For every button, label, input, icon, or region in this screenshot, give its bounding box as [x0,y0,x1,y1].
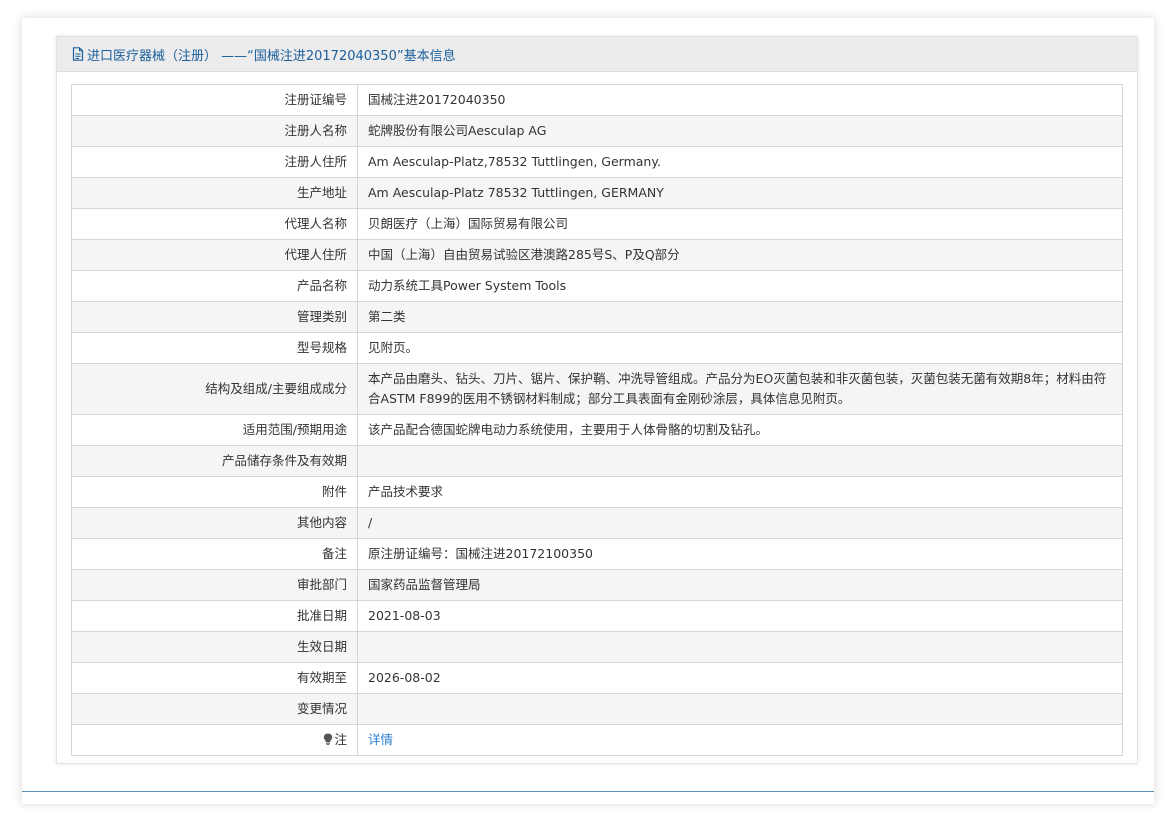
row-label: 变更情况 [71,693,358,725]
table-row: 备注 原注册证编号：国械注进20172100350 [71,538,1123,570]
lightbulb-icon [324,733,333,745]
table-row: 结构及组成/主要组成成分 本产品由磨头、钻头、刀片、锯片、保护鞘、冲洗导管组成。产… [71,363,1123,415]
row-label: 产品储存条件及有效期 [71,445,358,477]
row-value: 该产品配合德国蛇牌电动力系统使用，主要用于人体骨骼的切割及钻孔。 [357,414,1123,446]
row-value [357,445,1123,477]
row-value: 国械注进20172040350 [357,84,1123,116]
row-label: 附件 [71,476,358,508]
row-label: 有效期至 [71,662,358,694]
table-row: 产品储存条件及有效期 [71,445,1123,477]
note-label: 注 [334,732,347,747]
row-value: Am Aesculap-Platz 78532 Tuttlingen, GERM… [357,177,1123,209]
table-row: 批准日期 2021-08-03 [71,600,1123,632]
row-value: 中国（上海）自由贸易试验区港澳路285号S、P及Q部分 [357,239,1123,271]
row-label: 生效日期 [71,631,358,663]
details-link[interactable]: 详情 [368,732,393,747]
row-value: 本产品由磨头、钻头、刀片、锯片、保护鞘、冲洗导管组成。产品分为EO灭菌包装和非灭… [357,363,1123,415]
row-label: 代理人名称 [71,208,358,240]
table-row: 适用范围/预期用途 该产品配合德国蛇牌电动力系统使用，主要用于人体骨骼的切割及钻孔… [71,414,1123,446]
row-value: Am Aesculap-Platz,78532 Tuttlingen, Germ… [357,146,1123,178]
row-label: 注册人名称 [71,115,358,147]
info-panel: 进口医疗器械（注册） ——“国械注进20172040350”基本信息 注册证编号… [56,36,1138,764]
row-value: 产品技术要求 [357,476,1123,508]
panel-header: 进口医疗器械（注册） ——“国械注进20172040350”基本信息 [57,37,1137,72]
row-label: 结构及组成/主要组成成分 [71,363,358,415]
row-value: 第二类 [357,301,1123,333]
note-label-cell: 注 [71,724,358,756]
note-row: 注 详情 [71,724,1123,756]
info-table: 注册证编号 国械注进20172040350 注册人名称 蛇牌股份有限公司Aescula… [71,84,1123,756]
row-label: 备注 [71,538,358,570]
table-row: 有效期至 2026-08-02 [71,662,1123,694]
table-row: 其他内容 / [71,507,1123,539]
row-value [357,631,1123,663]
row-label: 注册人住所 [71,146,358,178]
row-label: 生产地址 [71,177,358,209]
row-value: 2021-08-03 [357,600,1123,632]
row-value: 原注册证编号：国械注进20172100350 [357,538,1123,570]
note-value-cell: 详情 [357,724,1123,756]
table-row: 注册人名称 蛇牌股份有限公司Aesculap AG [71,115,1123,147]
row-label: 注册证编号 [71,84,358,116]
table-row: 型号规格 见附页。 [71,332,1123,364]
panel-title: 进口医疗器械（注册） ——“国械注进20172040350”基本信息 [87,48,456,64]
table-row: 管理类别 第二类 [71,301,1123,333]
row-label: 代理人住所 [71,239,358,271]
row-value: 动力系统工具Power System Tools [357,270,1123,302]
row-label: 适用范围/预期用途 [71,414,358,446]
row-value [357,693,1123,725]
page-bottom-divider [22,791,1154,792]
row-value: 国家药品监督管理局 [357,569,1123,601]
row-value: 2026-08-02 [357,662,1123,694]
row-label: 批准日期 [71,600,358,632]
document-icon [72,47,84,61]
table-row: 生产地址 Am Aesculap-Platz 78532 Tuttlingen, … [71,177,1123,209]
table-row: 变更情况 [71,693,1123,725]
row-value: 蛇牌股份有限公司Aesculap AG [357,115,1123,147]
row-value: 贝朗医疗（上海）国际贸易有限公司 [357,208,1123,240]
table-row: 代理人名称 贝朗医疗（上海）国际贸易有限公司 [71,208,1123,240]
row-label: 审批部门 [71,569,358,601]
row-label: 型号规格 [71,332,358,364]
row-label: 管理类别 [71,301,358,333]
row-label: 产品名称 [71,270,358,302]
row-value: 见附页。 [357,332,1123,364]
table-row: 产品名称 动力系统工具Power System Tools [71,270,1123,302]
table-row: 审批部门 国家药品监督管理局 [71,569,1123,601]
table-row: 附件 产品技术要求 [71,476,1123,508]
table-row: 注册证编号 国械注进20172040350 [71,84,1123,116]
row-label: 其他内容 [71,507,358,539]
table-row: 注册人住所 Am Aesculap-Platz,78532 Tuttlingen,… [71,146,1123,178]
table-row: 生效日期 [71,631,1123,663]
row-value: / [357,507,1123,539]
table-row: 代理人住所 中国（上海）自由贸易试验区港澳路285号S、P及Q部分 [71,239,1123,271]
